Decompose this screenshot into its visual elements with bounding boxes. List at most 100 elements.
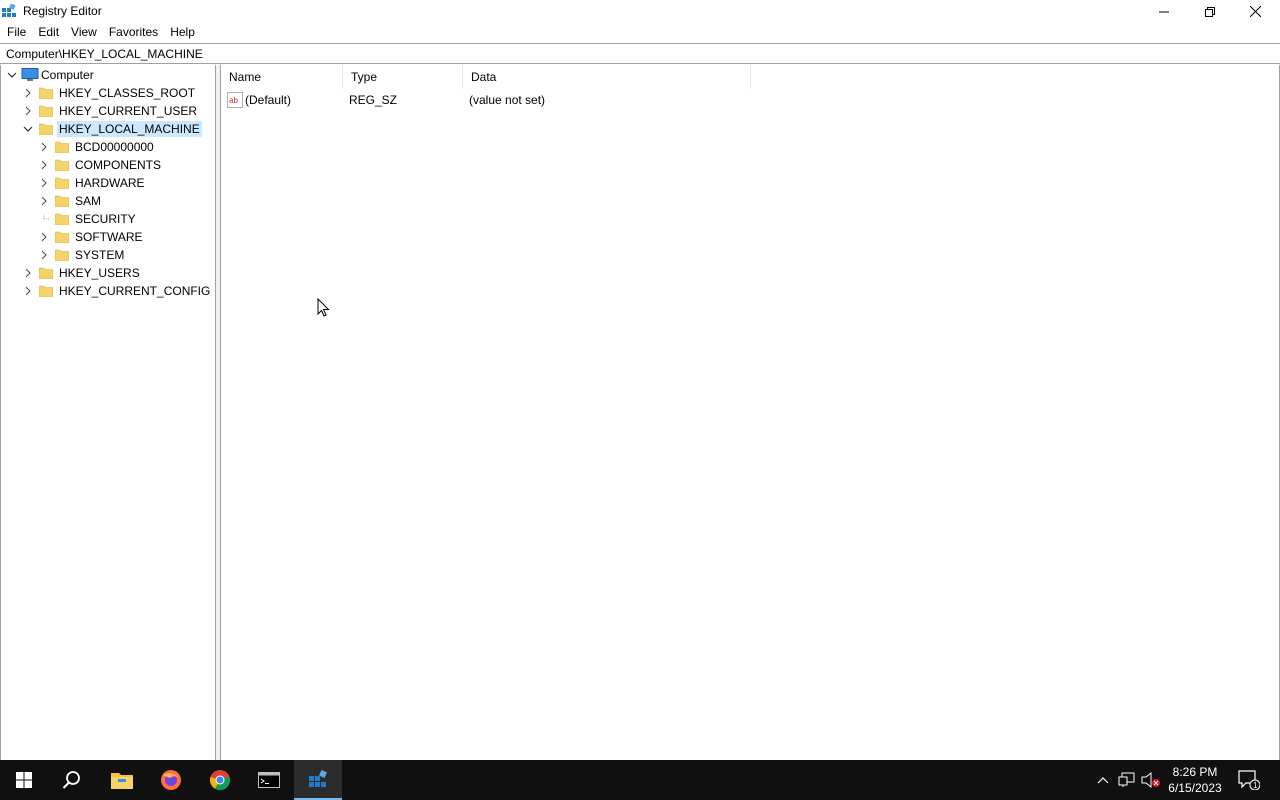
chevron-right-icon[interactable] [39, 250, 49, 260]
registry-editor-icon [2, 4, 16, 17]
folder-icon [55, 195, 69, 207]
tree-label[interactable]: BCD00000000 [73, 139, 156, 155]
folder-icon [39, 105, 53, 117]
svg-text:ab: ab [229, 96, 238, 105]
tree-item-sam[interactable]: SAM [39, 192, 103, 210]
tree-label[interactable]: HKEY_USERS [57, 265, 142, 281]
value-name: (Default) [245, 93, 292, 107]
tree-label-computer[interactable]: Computer [39, 67, 96, 83]
folder-icon [55, 213, 69, 225]
chevron-right-icon[interactable] [39, 196, 49, 206]
file-explorer-icon [111, 773, 133, 789]
tree-item-hardware[interactable]: HARDWARE [39, 174, 147, 192]
tree-label[interactable]: HKEY_CLASSES_ROOT [57, 85, 197, 101]
chevron-right-icon[interactable] [39, 178, 49, 188]
string-value-icon: ab [227, 92, 243, 108]
tree-item-hkey-users[interactable]: HKEY_USERS [23, 264, 142, 282]
tree-item-system[interactable]: SYSTEM [39, 246, 126, 264]
registry-tree[interactable]: Computer HKEY_CLASSES_ROOT HKEY_CURRENT_… [0, 65, 216, 760]
computer-icon [21, 68, 39, 81]
search-button[interactable] [48, 760, 96, 800]
tray-volume[interactable] [1140, 760, 1162, 800]
restore-icon [1205, 6, 1215, 17]
taskbar-registry-editor[interactable] [294, 760, 342, 800]
mouse-cursor-icon [317, 298, 330, 317]
tree-label[interactable]: HARDWARE [73, 175, 147, 191]
volume-muted-icon [1141, 772, 1160, 788]
start-icon [16, 772, 32, 788]
notification-count: 1 [1253, 781, 1258, 790]
tray-overflow-button[interactable] [1093, 760, 1113, 800]
tree-item-security[interactable]: SECURITY [39, 210, 138, 228]
taskbar-firefox[interactable] [147, 760, 195, 800]
terminal-icon [258, 772, 280, 788]
tray-clock[interactable]: 8:26 PM 6/15/2023 [1160, 764, 1230, 796]
tree-label[interactable]: SECURITY [73, 211, 138, 227]
tree-label[interactable]: SYSTEM [73, 247, 126, 263]
tree-item-software[interactable]: SOFTWARE [39, 228, 145, 246]
start-button[interactable] [0, 760, 48, 800]
tree-label[interactable]: HKEY_CURRENT_CONFIG [57, 283, 212, 299]
chevron-down-icon[interactable] [7, 70, 17, 80]
chevron-right-icon[interactable] [39, 142, 49, 152]
chevron-right-icon[interactable] [23, 88, 33, 98]
notification-icon: 1 [1238, 770, 1260, 790]
address-bar[interactable]: Computer\HKEY_LOCAL_MACHINE [0, 43, 1280, 64]
tree-item-hkey-classes-root[interactable]: HKEY_CLASSES_ROOT [23, 84, 197, 102]
tree-line-icon [43, 214, 49, 220]
tree-item-computer[interactable]: Computer [7, 66, 96, 84]
menu-edit[interactable]: Edit [32, 23, 65, 42]
tree-label[interactable]: COMPONENTS [73, 157, 163, 173]
chevron-right-icon[interactable] [23, 106, 33, 116]
menu-bar: File Edit View Favorites Help [0, 23, 1280, 42]
menu-file[interactable]: File [1, 23, 32, 42]
registry-editor-icon [309, 770, 327, 787]
tree-label[interactable]: HKEY_CURRENT_USER [57, 103, 199, 119]
folder-icon [55, 249, 69, 261]
clock-time: 8:26 PM [1172, 765, 1218, 779]
folder-icon [55, 231, 69, 243]
value-data: (value not set) [469, 93, 546, 107]
column-header-data[interactable]: Data [463, 65, 751, 89]
close-icon [1249, 6, 1261, 17]
tree-label[interactable]: SAM [73, 193, 103, 209]
search-icon [62, 771, 80, 789]
chevron-down-icon[interactable] [23, 124, 33, 134]
column-header-type[interactable]: Type [343, 65, 463, 89]
chevron-right-icon[interactable] [39, 232, 49, 242]
tree-item-bcd00000000[interactable]: BCD00000000 [39, 138, 156, 156]
taskbar-file-explorer[interactable] [98, 760, 146, 800]
taskbar-chrome[interactable] [196, 760, 244, 800]
action-center-button[interactable]: 1 [1234, 760, 1264, 800]
tree-label-selected[interactable]: HKEY_LOCAL_MACHINE [57, 121, 202, 137]
menu-favorites[interactable]: Favorites [103, 23, 164, 42]
tree-label[interactable]: SOFTWARE [73, 229, 145, 245]
tree-item-components[interactable]: COMPONENTS [39, 156, 163, 174]
chevron-up-icon [1097, 777, 1109, 784]
minimize-icon [1159, 11, 1169, 12]
menu-view[interactable]: View [65, 23, 103, 42]
chevron-right-icon[interactable] [39, 160, 49, 170]
tray-network[interactable] [1116, 760, 1138, 800]
folder-icon [39, 285, 53, 297]
network-icon [1118, 772, 1135, 787]
address-path[interactable]: Computer\HKEY_LOCAL_MACHINE [6, 47, 203, 61]
menu-help[interactable]: Help [164, 23, 201, 42]
chevron-right-icon[interactable] [23, 286, 33, 296]
folder-icon [39, 87, 53, 99]
minimize-button[interactable] [1141, 0, 1187, 23]
list-item[interactable]: ab (Default) REG_SZ (value not set) [227, 90, 767, 110]
taskbar: 8:26 PM 6/15/2023 1 [0, 760, 1280, 800]
folder-icon [39, 267, 53, 279]
tree-item-hkey-current-config[interactable]: HKEY_CURRENT_CONFIG [23, 282, 212, 300]
tree-item-hkey-local-machine[interactable]: HKEY_LOCAL_MACHINE [23, 120, 202, 138]
restore-button[interactable] [1187, 0, 1233, 23]
tree-item-hkey-current-user[interactable]: HKEY_CURRENT_USER [23, 102, 199, 120]
taskbar-terminal[interactable] [245, 760, 293, 800]
values-list[interactable]: Name Type Data ab (Default) REG_SZ (valu… [220, 65, 1280, 760]
close-button[interactable] [1232, 0, 1278, 23]
chevron-right-icon[interactable] [23, 268, 33, 278]
firefox-icon [161, 770, 181, 790]
title-bar: Registry Editor [0, 0, 1280, 23]
column-header-name[interactable]: Name [221, 65, 343, 89]
